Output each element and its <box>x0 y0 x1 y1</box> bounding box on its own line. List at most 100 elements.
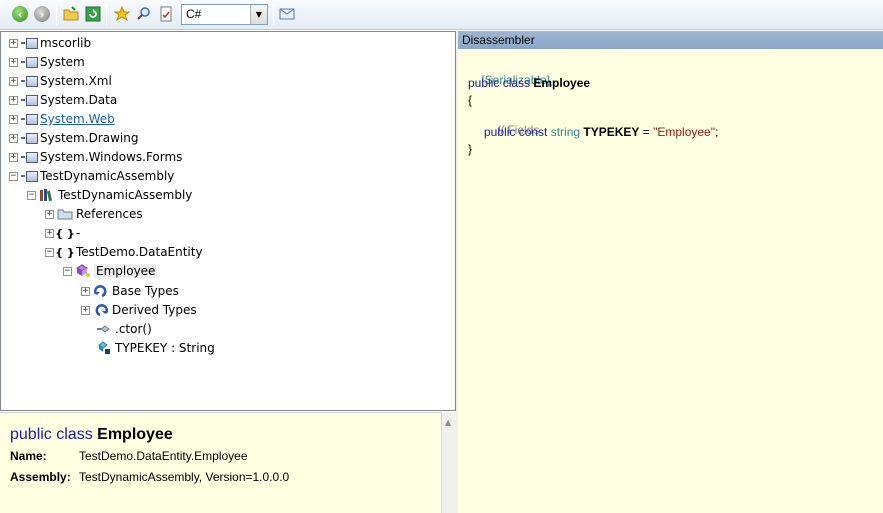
tree-item-derived-types[interactable]: + Derived Types <box>81 301 197 319</box>
expand-icon[interactable]: + <box>9 95 18 105</box>
description-title-keyword: public class <box>10 426 93 443</box>
code-field-name[interactable]: TYPEKEY <box>583 125 639 139</box>
tree-item-label: .ctor() <box>115 322 152 336</box>
assembly-icon <box>21 170 38 182</box>
derived-types-icon <box>93 303 109 317</box>
tree-item-label: System <box>40 55 85 69</box>
tree-item-employee[interactable]: − Employee <box>63 262 158 280</box>
expand-icon[interactable]: + <box>45 209 54 219</box>
favorite-icon[interactable] <box>113 5 131 23</box>
code-line-close-brace: } <box>468 142 473 156</box>
toolbar: ‹ › C# ▼ <box>0 0 883 30</box>
tree-item-system-windows-forms[interactable]: + System.Windows.Forms <box>9 148 182 166</box>
tree-item-label: System.Windows.Forms <box>40 150 183 164</box>
tree-item-label: System.Data <box>40 93 118 107</box>
disassembler-code-view[interactable]: [Serializable] public class Employee { /… <box>458 49 883 513</box>
scroll-up-icon[interactable]: ▲ <box>445 418 451 427</box>
assembly-browser-tree[interactable]: + mscorlib + System + System.Xml + Syste… <box>0 31 456 411</box>
tree-item-typekey[interactable]: TYPEKEY : String <box>96 339 215 357</box>
assembly-value: TestDynamicAssembly, Version=1.0.0.0 <box>79 470 290 484</box>
tree-item-system-drawing[interactable]: + System.Drawing <box>9 129 138 147</box>
code-semicolon: ; <box>715 125 719 139</box>
assembly-label: Assembly: <box>10 470 71 484</box>
expand-icon[interactable]: + <box>45 228 54 238</box>
expand-icon[interactable]: + <box>9 38 18 48</box>
tree-item-module-testdynamicassembly[interactable]: − TestDynamicAssembly <box>27 186 192 204</box>
toolbar-separator <box>273 5 274 25</box>
tree-item-label: TestDynamicAssembly <box>40 169 175 183</box>
expand-icon[interactable]: + <box>9 133 18 143</box>
expand-icon[interactable]: + <box>9 57 18 67</box>
expand-icon[interactable]: + <box>81 305 90 315</box>
tree-item-label: Base Types <box>112 284 179 298</box>
assembly-icon <box>21 132 38 144</box>
tree-item-testdynamicassembly[interactable]: − TestDynamicAssembly <box>9 167 174 185</box>
namespace-icon: { } <box>55 245 75 259</box>
namespace-icon: { } <box>55 226 75 240</box>
tree-item-label: References <box>76 207 143 221</box>
language-value: C# <box>186 7 202 21</box>
search-icon[interactable] <box>135 5 153 23</box>
assembly-icon <box>21 56 38 68</box>
description-scrollbar[interactable]: ▲ <box>441 412 456 513</box>
tree-item-empty-namespace[interactable]: + { } - <box>45 224 80 242</box>
tree-item-label: System.Xml <box>40 74 112 88</box>
tree-item-system-data[interactable]: + System.Data <box>9 91 117 109</box>
tree-item-label: - <box>76 226 81 240</box>
dropdown-arrow-icon[interactable]: ▼ <box>250 5 267 24</box>
toolbar-separator <box>106 5 107 25</box>
analyze-icon[interactable] <box>157 5 175 23</box>
description-panel: public class Employee Name: TestDemo.Data… <box>0 412 441 513</box>
code-operator: = <box>639 125 654 139</box>
name-label: Name: <box>10 449 47 463</box>
code-type[interactable]: string <box>551 125 580 139</box>
tree-item-system-web[interactable]: + System.Web <box>9 110 115 128</box>
description-title-name: Employee <box>97 426 173 443</box>
references-folder-icon <box>57 207 73 221</box>
language-select[interactable]: C# ▼ <box>181 4 268 25</box>
tree-item-label: Derived Types <box>112 303 197 317</box>
description-name-row: Name: TestDemo.DataEntity.Employee <box>10 449 248 463</box>
tree-item-label[interactable]: System.Web <box>40 112 115 126</box>
code-keyword: public const <box>484 125 548 139</box>
forward-icon[interactable]: › <box>33 5 51 23</box>
class-icon <box>75 264 91 278</box>
tree-item-system-xml[interactable]: + System.Xml <box>9 72 112 90</box>
tree-item-label: TestDynamicAssembly <box>58 188 193 202</box>
options-icon[interactable] <box>278 5 296 23</box>
tree-item-mscorlib[interactable]: + mscorlib <box>9 34 91 52</box>
refresh-icon[interactable] <box>84 5 102 23</box>
tree-item-references[interactable]: + References <box>45 205 143 223</box>
constructor-icon <box>96 322 112 336</box>
expand-icon[interactable]: + <box>81 286 90 296</box>
tree-item-system[interactable]: + System <box>9 53 85 71</box>
disassembler-header: Disassembler <box>458 31 883 49</box>
code-keyword: public class <box>468 76 531 90</box>
tree-item-testdemo-dataentity[interactable]: − { } TestDemo.DataEntity <box>45 243 203 261</box>
expand-icon[interactable]: + <box>9 114 18 124</box>
constant-field-icon <box>96 341 112 355</box>
tree-item-base-types[interactable]: + Base Types <box>81 282 179 300</box>
open-icon[interactable] <box>62 5 80 23</box>
collapse-icon[interactable]: − <box>45 247 54 257</box>
code-class-name[interactable]: Employee <box>533 76 590 90</box>
tree-item-label: TYPEKEY : String <box>115 341 215 355</box>
code-string: "Employee" <box>653 125 715 139</box>
tree-item-label: mscorlib <box>40 36 92 50</box>
collapse-icon[interactable]: − <box>63 266 72 276</box>
tree-item-ctor[interactable]: .ctor() <box>96 320 152 338</box>
assembly-icon <box>21 113 38 125</box>
collapse-icon[interactable]: − <box>27 190 36 200</box>
collapse-icon[interactable]: − <box>9 171 18 181</box>
back-icon[interactable]: ‹ <box>11 5 29 23</box>
assembly-icon <box>21 151 38 163</box>
expand-icon[interactable]: + <box>9 76 18 86</box>
tree-item-label: TestDemo.DataEntity <box>76 245 203 259</box>
expand-icon[interactable]: + <box>9 152 18 162</box>
assembly-icon <box>21 94 38 106</box>
code-line-class: public class Employee <box>468 76 590 90</box>
description-assembly-row: Assembly: TestDynamicAssembly, Version=1.… <box>10 470 289 484</box>
toolbar-separator <box>56 5 57 25</box>
base-types-icon <box>93 284 109 298</box>
name-value: TestDemo.DataEntity.Employee <box>79 449 248 463</box>
